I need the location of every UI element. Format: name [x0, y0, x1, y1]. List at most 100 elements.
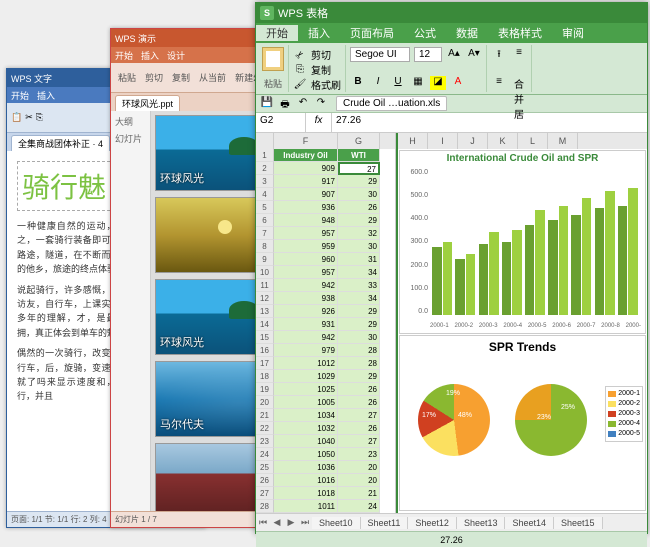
document-tab[interactable]: 环球风光.ppt	[115, 95, 180, 111]
table-row[interactable]: 22103226	[256, 422, 395, 435]
menu-item[interactable]: 数据	[446, 25, 488, 41]
slides-label[interactable]: 幻灯片	[113, 130, 148, 147]
table-row[interactable]: 1594230	[256, 331, 395, 344]
cut-label[interactable]: 剪切	[311, 47, 331, 62]
table-row[interactable]: 28101124	[256, 500, 395, 513]
table-row[interactable]: 18102929	[256, 370, 395, 383]
sheet-titlebar[interactable]: S WPS 表格	[256, 3, 647, 23]
table-row[interactable]: 593626	[256, 201, 395, 214]
table-row[interactable]: 694829	[256, 214, 395, 227]
bar-chart[interactable]: International Crude Oil and SPR 600.0500…	[399, 150, 646, 334]
table-row[interactable]: 895930	[256, 240, 395, 253]
sheet-tab[interactable]: Sheet11	[361, 517, 409, 529]
sheet-tab[interactable]: Sheet12	[408, 517, 457, 529]
formatpainter-icon[interactable]: 🖌	[293, 78, 307, 92]
col-header[interactable]: M	[548, 133, 578, 149]
document-name-tab[interactable]: Crude Oil …uation.xls	[336, 96, 447, 111]
bold-button[interactable]: B	[350, 76, 366, 90]
table-row[interactable]: 1293834	[256, 292, 395, 305]
menu-item[interactable]: 插入	[141, 49, 159, 62]
print-icon[interactable]: 🖶	[278, 97, 292, 111]
menu-item-active[interactable]: 开始	[256, 25, 298, 41]
cell-reference[interactable]: G2	[256, 113, 306, 132]
col-header-F[interactable]: F	[274, 133, 338, 149]
menu-item[interactable]: 开始	[115, 49, 133, 62]
align-top-icon[interactable]: ⭱	[491, 47, 507, 61]
menu-item[interactable]: 页面布局	[340, 25, 404, 41]
decrease-font-icon[interactable]: A▾	[466, 48, 482, 62]
tab-nav-last-icon[interactable]: ⏭	[298, 517, 312, 528]
table-row[interactable]: 19102526	[256, 383, 395, 396]
table-row[interactable]: 391729	[256, 175, 395, 188]
table-row[interactable]: 26101620	[256, 474, 395, 487]
paste-button[interactable]: 粘贴	[115, 69, 139, 86]
pie-chart[interactable]: SPR Trends 48% 19% 17% 23% 25% 2000-1200…	[399, 335, 646, 511]
from-current-button[interactable]: 从当前	[196, 69, 229, 86]
table-row[interactable]: 17101228	[256, 357, 395, 370]
table-row[interactable]: 1194233	[256, 279, 395, 292]
table-row[interactable]: 996031	[256, 253, 395, 266]
menu-item[interactable]: 插入	[298, 25, 340, 41]
outline-pane[interactable]: 大纲 幻灯片	[111, 111, 151, 511]
table-row[interactable]: 20100526	[256, 396, 395, 409]
fontcolor-button[interactable]: A	[450, 76, 466, 90]
border-button[interactable]: ▦	[410, 76, 426, 90]
table-row[interactable]: 1392629	[256, 305, 395, 318]
underline-button[interactable]: U	[390, 76, 406, 90]
copy-label[interactable]: 复制	[311, 62, 331, 77]
col-header[interactable]: I	[428, 133, 458, 149]
table-row[interactable]: 25103620	[256, 461, 395, 474]
table-row[interactable]: 1493129	[256, 318, 395, 331]
col-header[interactable]: H	[398, 133, 428, 149]
select-all-corner[interactable]	[256, 133, 274, 149]
cut-icon[interactable]: ✂	[25, 112, 33, 123]
table-row[interactable]: 1095734	[256, 266, 395, 279]
sheet-tab[interactable]: Sheet13	[457, 517, 506, 529]
paste-icon[interactable]	[262, 47, 284, 71]
sheet-tab[interactable]: Sheet14	[505, 517, 554, 529]
table-row[interactable]: 795732	[256, 227, 395, 240]
fx-icon[interactable]: fx	[306, 113, 332, 132]
col-header-G[interactable]: G	[338, 133, 380, 149]
menu-item[interactable]: 插入	[37, 89, 55, 102]
menu-item[interactable]: 表格样式	[488, 25, 552, 41]
formula-input[interactable]: 27.26	[332, 113, 647, 132]
redo-icon[interactable]: ↷	[314, 97, 328, 111]
align-left-icon[interactable]: ≡	[491, 76, 507, 90]
col-header[interactable]: K	[488, 133, 518, 149]
tab-nav-prev-icon[interactable]: ◀	[270, 517, 284, 528]
sheet-tab[interactable]: Sheet15	[554, 517, 603, 529]
menu-item[interactable]: 设计	[167, 49, 185, 62]
sheet-tab[interactable]: Sheet10	[312, 517, 361, 529]
copy-button[interactable]: 复制	[169, 69, 193, 86]
data-grid[interactable]: F G 1Industry OilWTI29092739172949073059…	[256, 133, 396, 513]
col-header[interactable]: J	[458, 133, 488, 149]
table-row[interactable]: 490730	[256, 188, 395, 201]
formatpainter-label[interactable]: 格式刷	[311, 77, 341, 92]
table-row[interactable]: 21103427	[256, 409, 395, 422]
align-mid-icon[interactable]: ≡	[511, 47, 527, 61]
table-row[interactable]: 24105023	[256, 448, 395, 461]
outline-label[interactable]: 大纲	[113, 113, 148, 130]
fontsize-selector[interactable]: 12	[414, 47, 442, 62]
save-icon[interactable]: 💾	[260, 97, 274, 111]
table-row[interactable]: 290927	[256, 162, 395, 175]
tab-nav-first-icon[interactable]: ⏮	[256, 517, 270, 528]
table-row[interactable]: 1697928	[256, 344, 395, 357]
menu-item[interactable]: 公式	[404, 25, 446, 41]
col-header[interactable]: L	[518, 133, 548, 149]
undo-icon[interactable]: ↶	[296, 97, 310, 111]
cut-button[interactable]: 剪切	[142, 69, 166, 86]
font-selector[interactable]: Segoe UI	[350, 47, 410, 62]
fillcolor-button[interactable]: ◪	[430, 76, 446, 90]
data-body[interactable]: 1Industry OilWTI290927391729490730593626…	[256, 149, 395, 513]
table-row[interactable]: 27101821	[256, 487, 395, 500]
menu-item[interactable]: 开始	[11, 89, 29, 102]
italic-button[interactable]: I	[370, 76, 386, 90]
table-row[interactable]: 23104027	[256, 435, 395, 448]
increase-font-icon[interactable]: A▴	[446, 48, 462, 62]
copy-icon[interactable]: ⎘	[36, 112, 43, 123]
menu-item[interactable]: 审阅	[552, 25, 594, 41]
paste-icon[interactable]: 📋	[11, 112, 22, 123]
merge-button[interactable]: 合并居	[511, 76, 527, 90]
